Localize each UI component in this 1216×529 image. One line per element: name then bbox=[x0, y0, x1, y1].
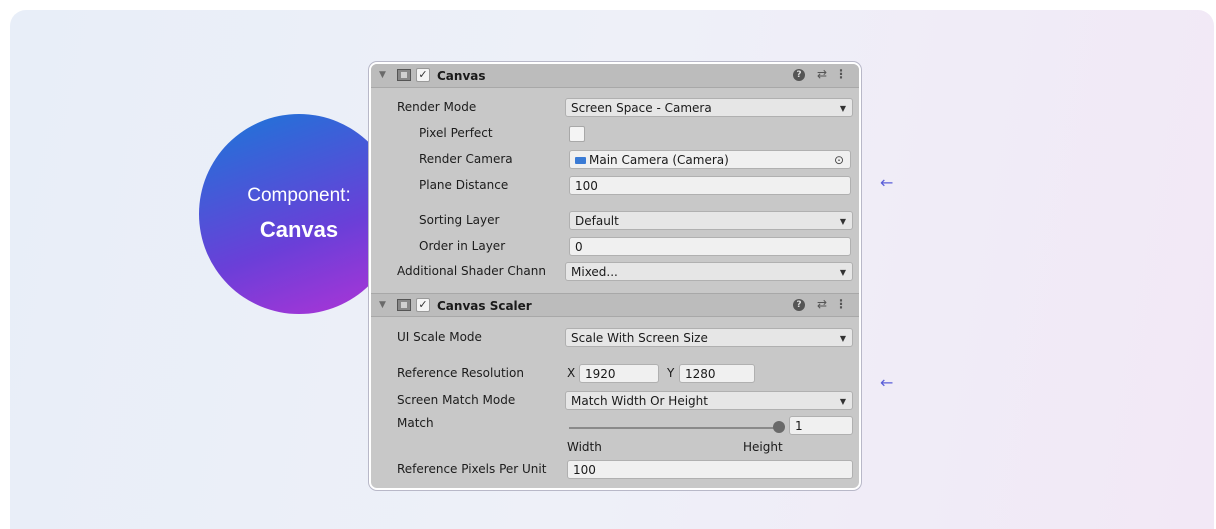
inspector-panel: ▼ ✓ Canvas ? ⇄ ⋮ Render Mode Screen Spac… bbox=[369, 62, 861, 490]
dropdown-arrow-icon: ▼ bbox=[839, 268, 846, 277]
canvas-component-header[interactable]: ▼ ✓ Canvas ? ⇄ ⋮ bbox=[371, 64, 859, 88]
canvas-scaler-component-header[interactable]: ▼ ✓ Canvas Scaler ? ⇄ ⋮ bbox=[371, 293, 859, 317]
sorting-layer-row: Sorting Layer Default ▼ bbox=[371, 209, 859, 231]
screen-match-mode-value: Match Width Or Height bbox=[571, 394, 708, 408]
render-camera-field[interactable]: Main Camera (Camera) ⊙ bbox=[569, 150, 851, 169]
render-camera-row: Render Camera Main Camera (Camera) ⊙ bbox=[371, 148, 859, 170]
canvas-component-title: Canvas bbox=[437, 69, 486, 83]
match-label: Match bbox=[397, 416, 434, 430]
additional-shader-value: Mixed... bbox=[571, 265, 618, 279]
foldout-arrow-icon[interactable]: ▼ bbox=[379, 70, 386, 80]
ui-scale-mode-row: UI Scale Mode Scale With Screen Size ▼ bbox=[371, 326, 859, 348]
additional-shader-label: Additional Shader Chann bbox=[397, 264, 546, 278]
help-icon[interactable]: ? bbox=[793, 299, 805, 311]
match-max-label: Height bbox=[743, 440, 783, 454]
canvas-enabled-checkbox[interactable]: ✓ bbox=[416, 68, 430, 82]
render-mode-row: Render Mode Screen Space - Camera ▼ bbox=[371, 96, 859, 118]
context-menu-icon[interactable]: ⋮ bbox=[835, 67, 847, 81]
order-in-layer-input[interactable]: 0 bbox=[569, 237, 851, 256]
ui-scale-mode-value: Scale With Screen Size bbox=[571, 331, 708, 345]
resolution-y-input[interactable]: 1280 bbox=[679, 364, 755, 383]
annotation-arrow-icon: ← bbox=[880, 373, 894, 392]
resolution-x-input[interactable]: 1920 bbox=[579, 364, 659, 383]
ui-scale-mode-label: UI Scale Mode bbox=[397, 330, 482, 344]
screen-match-mode-dropdown[interactable]: Match Width Or Height ▼ bbox=[565, 391, 853, 410]
match-slider-track[interactable] bbox=[569, 427, 779, 429]
order-in-layer-row: Order in Layer 0 bbox=[371, 235, 859, 257]
match-min-label: Width bbox=[567, 440, 602, 454]
plane-distance-input[interactable]: 100 bbox=[569, 176, 851, 195]
badge-caption: Component: bbox=[247, 185, 351, 206]
ui-scale-mode-dropdown[interactable]: Scale With Screen Size ▼ bbox=[565, 328, 853, 347]
reference-pixels-row: Reference Pixels Per Unit 100 bbox=[371, 458, 859, 480]
render-camera-value: Main Camera (Camera) bbox=[589, 153, 729, 167]
canvas-scaler-title: Canvas Scaler bbox=[437, 299, 532, 313]
object-picker-icon[interactable]: ⊙ bbox=[834, 153, 844, 167]
camera-icon bbox=[575, 157, 586, 164]
reference-resolution-label: Reference Resolution bbox=[397, 366, 524, 380]
match-slider-handle[interactable] bbox=[773, 421, 785, 433]
dropdown-arrow-icon: ▼ bbox=[839, 217, 846, 226]
render-mode-dropdown[interactable]: Screen Space - Camera ▼ bbox=[565, 98, 853, 117]
presets-icon[interactable]: ⇄ bbox=[817, 297, 827, 311]
match-value-input[interactable]: 1 bbox=[789, 416, 853, 435]
screen-match-mode-label: Screen Match Mode bbox=[397, 393, 516, 407]
render-camera-label: Render Camera bbox=[419, 152, 513, 166]
foldout-arrow-icon[interactable]: ▼ bbox=[379, 300, 386, 310]
dropdown-arrow-icon: ▼ bbox=[839, 334, 846, 343]
pixel-perfect-row: Pixel Perfect bbox=[371, 122, 859, 144]
badge-title: Canvas bbox=[259, 217, 339, 242]
plane-distance-row: Plane Distance 100 bbox=[371, 174, 859, 196]
canvas-scaler-enabled-checkbox[interactable]: ✓ bbox=[416, 298, 430, 312]
canvas-component-icon bbox=[397, 69, 411, 81]
reference-pixels-input[interactable]: 100 bbox=[567, 460, 853, 479]
additional-shader-row: Additional Shader Chann Mixed... ▼ bbox=[371, 260, 859, 282]
dropdown-arrow-icon: ▼ bbox=[839, 104, 846, 113]
plane-distance-label: Plane Distance bbox=[419, 178, 509, 192]
pixel-perfect-checkbox[interactable] bbox=[569, 126, 585, 142]
help-icon[interactable]: ? bbox=[793, 69, 805, 81]
presets-icon[interactable]: ⇄ bbox=[817, 67, 827, 81]
y-axis-label: Y bbox=[667, 366, 675, 380]
annotation-arrow-icon: ← bbox=[880, 173, 894, 192]
context-menu-icon[interactable]: ⋮ bbox=[835, 297, 847, 311]
additional-shader-dropdown[interactable]: Mixed... ▼ bbox=[565, 262, 853, 281]
x-axis-label: X bbox=[567, 366, 576, 380]
render-mode-value: Screen Space - Camera bbox=[571, 101, 712, 115]
sorting-layer-dropdown[interactable]: Default ▼ bbox=[569, 211, 853, 230]
sorting-layer-label: Sorting Layer bbox=[419, 213, 500, 227]
render-mode-label: Render Mode bbox=[397, 100, 477, 114]
sorting-layer-value: Default bbox=[575, 214, 619, 228]
screen-match-mode-row: Screen Match Mode Match Width Or Height … bbox=[371, 389, 859, 411]
order-in-layer-label: Order in Layer bbox=[419, 239, 506, 253]
reference-pixels-label: Reference Pixels Per Unit bbox=[397, 462, 547, 476]
reference-resolution-row: Reference Resolution X 1920 Y 1280 bbox=[371, 362, 859, 384]
match-row: Match 1 Width Height bbox=[371, 414, 859, 454]
canvas-scaler-icon bbox=[397, 299, 411, 311]
dropdown-arrow-icon: ▼ bbox=[839, 397, 846, 406]
pixel-perfect-label: Pixel Perfect bbox=[419, 126, 493, 140]
